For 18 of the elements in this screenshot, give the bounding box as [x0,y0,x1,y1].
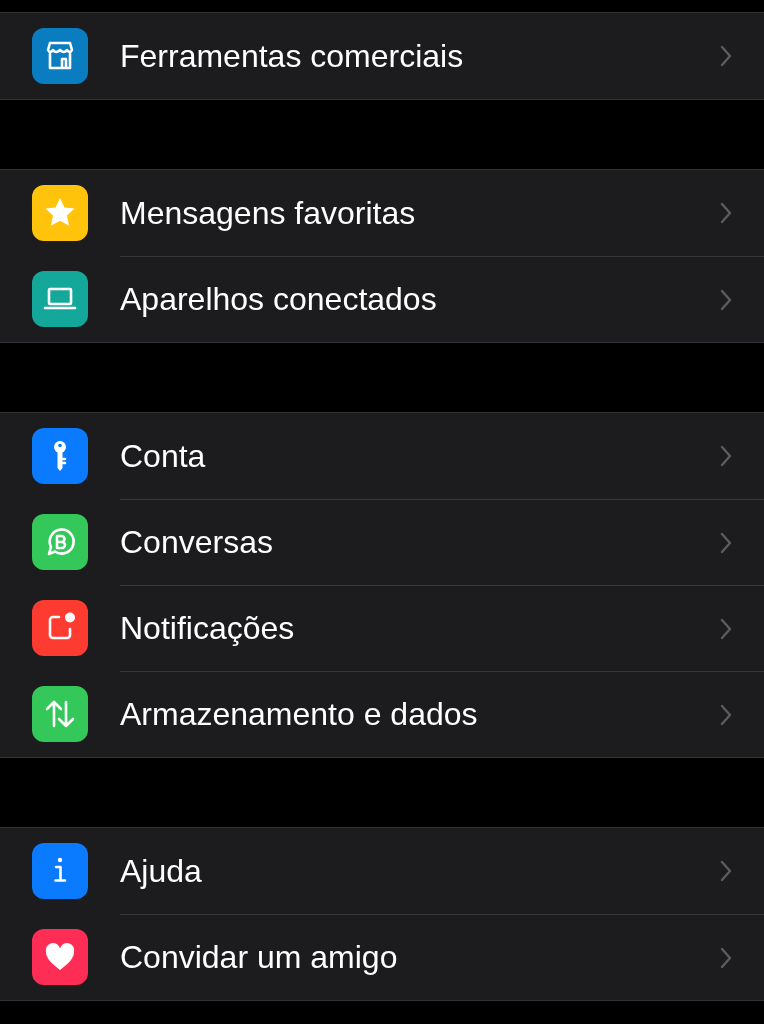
item-label: Conversas [120,524,273,561]
item-label: Convidar um amigo [120,939,398,976]
item-label: Armazenamento e dados [120,696,478,733]
chevron-icon [720,531,732,554]
chevron-icon [720,45,732,67]
chevron-icon [720,288,732,311]
item-label: Mensagens favoritas [120,194,416,232]
item-label: Ajuda [120,852,202,890]
chevron-icon [720,202,732,224]
item-label: Notificações [120,610,295,647]
chevron-icon [720,860,732,882]
chevron-icon [720,445,732,467]
item-label: Conta [120,437,206,475]
chevron-icon [720,703,732,726]
item-label: Aparelhos conectados [120,281,437,318]
chevron-icon [720,946,732,969]
item-label: Ferramentas comerciais [120,37,464,75]
chevron-icon [720,617,732,640]
